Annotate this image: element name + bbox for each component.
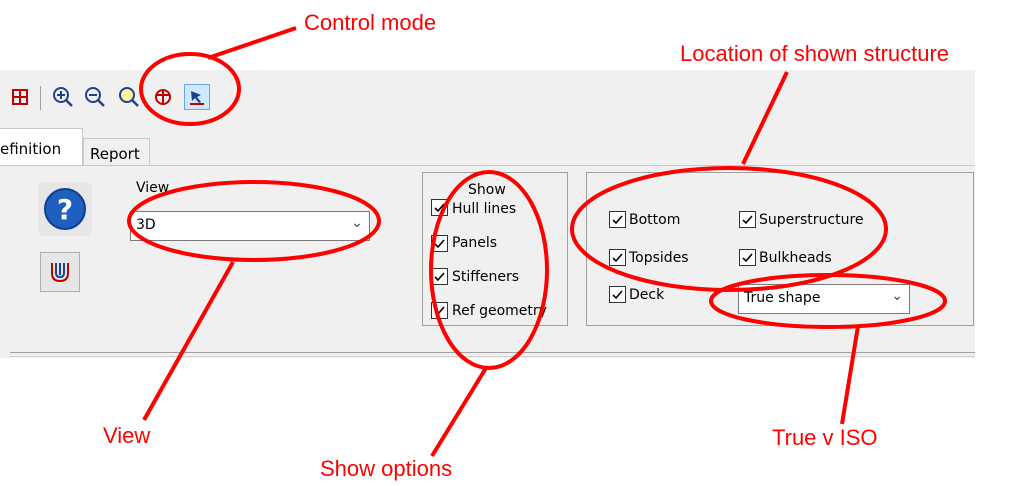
panels-label: Panels — [452, 235, 498, 251]
shape-select-value: True shape — [744, 290, 821, 306]
annotation-location: Location of shown structure — [680, 41, 950, 66]
bottom-label: Bottom — [629, 212, 681, 228]
tab-definition[interactable]: efinition — [0, 128, 83, 167]
shape-select[interactable]: True shape ⌄ — [738, 284, 910, 314]
hull-lines-button[interactable] — [40, 252, 80, 292]
select-arrow-icon[interactable] — [184, 84, 210, 110]
zoom-in-icon[interactable] — [50, 84, 76, 110]
zoom-fit-icon[interactable] — [116, 84, 142, 110]
ref-geometry-checkbox[interactable] — [431, 302, 448, 319]
annotation-view: View — [103, 423, 151, 448]
annotation-control-mode: Control mode — [304, 10, 437, 35]
hull-icon — [51, 263, 69, 283]
ref-geometry-label: Ref geometry — [452, 303, 547, 319]
deck-label: Deck — [629, 287, 665, 303]
annotation-show-options: Show options — [320, 456, 453, 481]
bulkheads-checkbox[interactable] — [739, 249, 756, 266]
show-title: Show — [468, 182, 506, 198]
topsides-label: Topsides — [629, 250, 689, 266]
view-select-value: 3D — [136, 217, 156, 233]
stiffeners-checkbox[interactable] — [431, 268, 448, 285]
panel-divider — [10, 352, 975, 353]
hull-lines-checkbox[interactable] — [431, 199, 448, 216]
chevron-down-icon: ⌄ — [351, 215, 363, 231]
stiffeners-label: Stiffeners — [452, 269, 520, 285]
bulkheads-label: Bulkheads — [759, 250, 832, 266]
view-label: View — [136, 180, 170, 196]
toolbar-separator — [40, 86, 41, 110]
hull-lines-label: Hull lines — [452, 201, 517, 217]
topsides-checkbox[interactable] — [609, 249, 626, 266]
zoom-out-icon[interactable] — [82, 84, 108, 110]
lower-blank-area — [0, 358, 1032, 486]
superstructure-checkbox[interactable] — [739, 211, 756, 228]
view-select[interactable]: 3D ⌄ — [130, 211, 370, 241]
chevron-down-icon: ⌄ — [891, 288, 903, 304]
stop-icon[interactable] — [8, 84, 34, 110]
control-mode-pointer — [207, 26, 297, 60]
superstructure-label: Superstructure — [759, 212, 864, 228]
bottom-checkbox[interactable] — [609, 211, 626, 228]
panels-checkbox[interactable] — [431, 235, 448, 252]
tab-report[interactable]: Report — [83, 138, 150, 167]
svg-text:?: ? — [57, 193, 73, 226]
panel-divider-lower — [10, 356, 975, 357]
rotate-icon[interactable] — [150, 84, 176, 110]
annotation-true-iso: True v ISO — [772, 425, 878, 450]
help-icon[interactable]: ? — [38, 182, 92, 236]
deck-checkbox[interactable] — [609, 286, 626, 303]
